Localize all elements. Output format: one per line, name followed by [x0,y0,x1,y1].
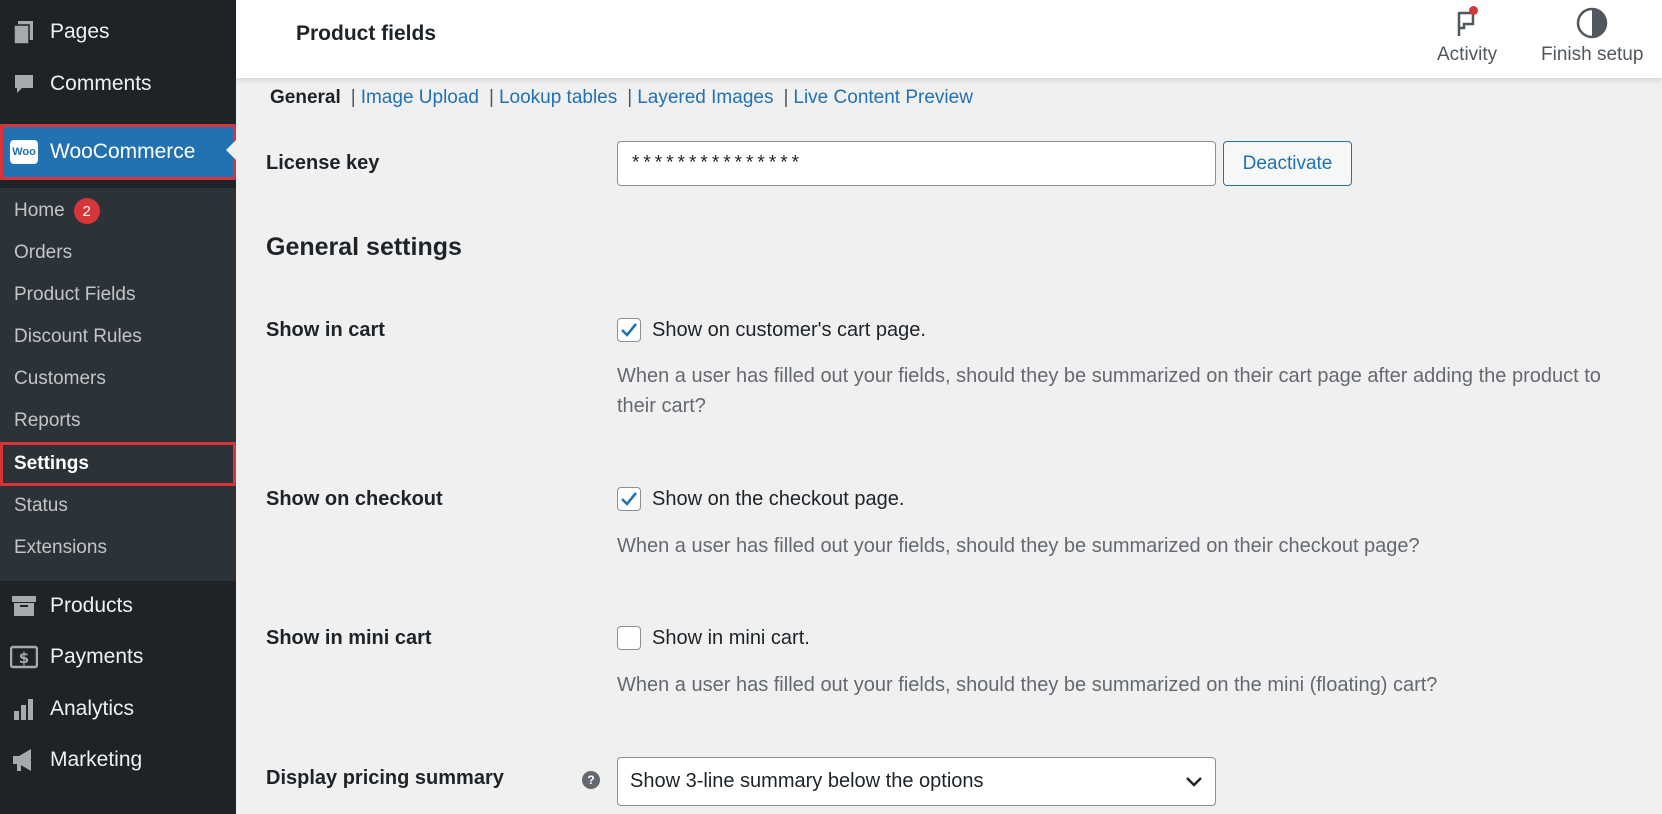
sidebar-item-analytics[interactable]: Analytics [0,683,236,735]
tab-image-upload[interactable]: Image Upload [361,87,479,109]
show-in-cart-checkbox[interactable] [617,318,641,342]
show-in-mini-cart-option[interactable]: Show in mini cart. [617,626,810,650]
sidebar-item-label: Products [50,594,133,617]
checkbox-label: Show on the checkout page. [652,487,905,510]
show-on-checkout-option[interactable]: Show on the checkout page. [617,487,904,511]
deactivate-button[interactable]: Deactivate [1223,141,1352,186]
show-on-checkout-checkbox[interactable] [617,487,641,511]
progress-circle-icon [1575,6,1609,40]
sidebar-item-label: Analytics [50,697,135,720]
megaphone-icon [10,746,38,774]
show-in-mini-cart-description: When a user has filled out your fields, … [617,674,1438,696]
show-in-mini-cart-label: Show in mini cart [266,627,432,649]
display-pricing-summary-label: Display pricing summary [266,767,504,789]
license-key-label: License key [266,152,380,174]
sidebar-item-woocommerce[interactable]: Woo WooCommerce [0,124,236,180]
tab-lookup-tables[interactable]: Lookup tables [499,87,617,109]
show-in-cart-description: When a user has filled out your fields, … [617,365,1601,417]
submenu-item-product-fields[interactable]: Product Fields [0,274,236,316]
notification-badge: 2 [73,198,100,224]
woocommerce-logo-icon: Woo [10,138,38,166]
tab-separator: | [627,87,633,108]
tab-general[interactable]: General [270,87,341,109]
submenu-item-home[interactable]: Home 2 [0,190,236,232]
sidebar-item-label: Payments [50,645,144,668]
license-key-input[interactable]: *************** [617,141,1216,186]
sidebar-item-label: Pages [50,20,110,43]
sidebar-item-products[interactable]: Products [0,580,236,632]
tab-live-content-preview[interactable]: Live Content Preview [793,87,973,109]
show-in-cart-option[interactable]: Show on customer's cart page. [617,318,926,342]
show-on-checkout-label: Show on checkout [266,488,443,510]
submenu-item-discount-rules[interactable]: Discount Rules [0,316,236,358]
woocommerce-submenu: Home 2 Orders Product Fields Discount Ru… [0,188,236,581]
checkmark-icon [621,323,638,337]
woocommerce-header: Product fields Activity Finish setup [236,0,1662,78]
submenu-item-settings[interactable]: Settings [0,442,236,486]
admin-sidebar: Pages Comments Woo WooCommerce Home 2 Or… [0,0,236,814]
svg-text:$: $ [19,649,29,667]
chevron-down-icon [1186,776,1202,787]
checkbox-label: Show on customer's cart page. [652,318,926,341]
current-menu-arrow [226,140,236,160]
finish-setup-button[interactable]: Finish setup [1541,6,1643,66]
settings-tabs: General | Image Upload | Lookup tables |… [270,87,973,109]
flag-icon [1450,6,1484,40]
archive-icon [10,592,38,620]
tab-separator: | [489,87,494,108]
activity-button[interactable]: Activity [1437,6,1497,66]
submenu-item-orders[interactable]: Orders [0,232,236,274]
show-on-checkout-description: When a user has filled out your fields, … [617,535,1420,557]
sidebar-item-marketing[interactable]: Marketing [0,734,236,786]
sidebar-item-label: WooCommerce [50,140,196,163]
sidebar-item-label: Marketing [50,748,143,771]
help-icon[interactable]: ? [582,771,600,789]
checkmark-icon [621,492,638,506]
sidebar-item-comments[interactable]: Comments [0,58,236,110]
tab-layered-images[interactable]: Layered Images [637,87,773,109]
checkbox-label: Show in mini cart. [652,626,810,649]
pricing-summary-select[interactable]: Show 3-line summary below the options [617,757,1216,806]
section-title: General settings [266,233,462,261]
tab-separator: | [783,87,789,108]
page-title: Product fields [296,22,437,45]
show-in-mini-cart-checkbox[interactable] [617,626,641,650]
comments-icon [10,70,38,98]
bar-chart-icon [10,695,38,723]
sidebar-item-payments[interactable]: $ Payments [0,631,236,683]
submenu-item-status[interactable]: Status [0,485,236,527]
submenu-item-customers[interactable]: Customers [0,358,236,400]
pages-icon [10,18,38,46]
tab-separator: | [350,87,356,108]
submenu-item-extensions[interactable]: Extensions [0,527,236,569]
select-value: Show 3-line summary below the options [630,770,984,792]
sidebar-item-pages[interactable]: Pages [0,6,236,58]
submenu-item-reports[interactable]: Reports [0,400,236,442]
dollar-icon: $ [10,643,38,671]
sidebar-item-label: Comments [50,72,152,95]
show-in-cart-label: Show in cart [266,319,385,341]
